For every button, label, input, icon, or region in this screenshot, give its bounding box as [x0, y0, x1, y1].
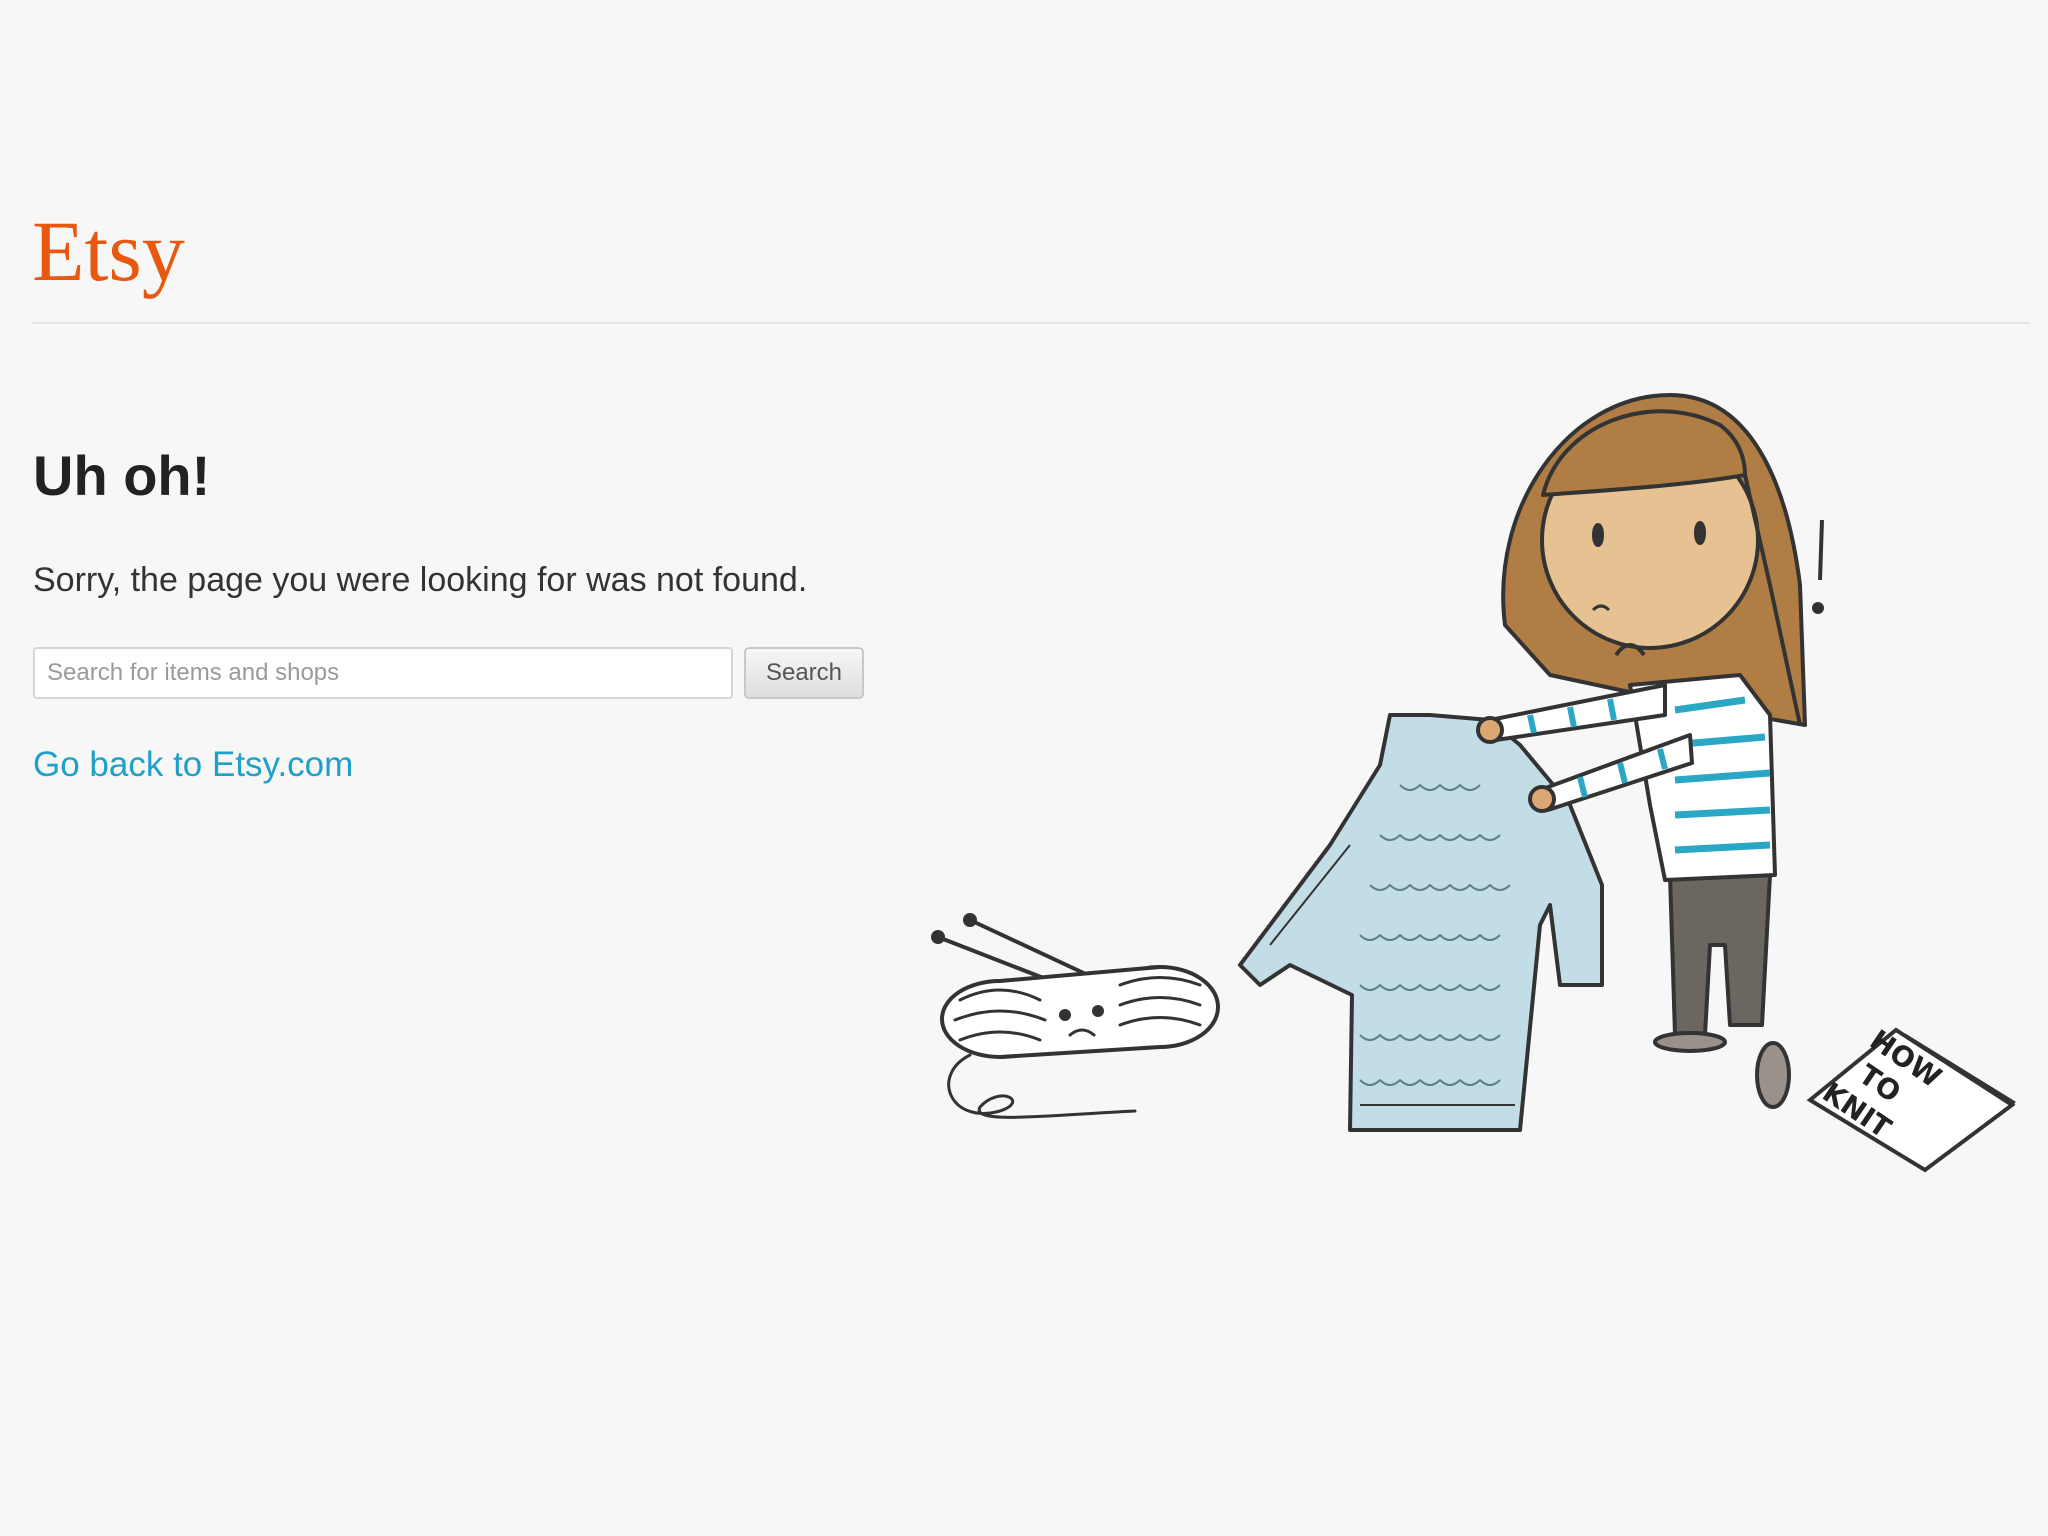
- sweater: [1238, 713, 1604, 1132]
- search-input[interactable]: [33, 647, 733, 699]
- back-to-etsy-link[interactable]: Go back to Etsy.com: [33, 744, 353, 786]
- how-to-knit-booklet: HOW TO KNIT: [1806, 1023, 2016, 1173]
- yarn-ball: [931, 913, 1220, 1119]
- search-button[interactable]: Search: [744, 647, 864, 699]
- etsy-logo[interactable]: Etsy: [32, 208, 185, 294]
- header-divider: [32, 322, 2030, 324]
- not-found-message: Sorry, the page you were looking for was…: [33, 561, 808, 599]
- page-title: Uh oh!: [33, 444, 211, 507]
- sad-knitter-illustration: HOW TO KNIT: [931, 393, 2016, 1173]
